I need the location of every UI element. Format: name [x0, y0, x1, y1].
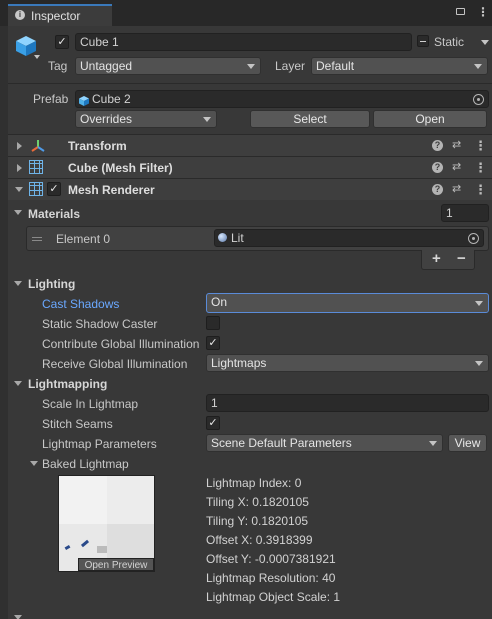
open-button[interactable]: Open — [373, 110, 487, 128]
mesh-renderer-enabled-checkbox[interactable]: ✓ — [47, 182, 61, 196]
transform-icon — [30, 138, 46, 154]
prefab-divider — [8, 83, 492, 84]
component-menu-icon[interactable]: ⋮ — [474, 160, 487, 176]
lightmap-object-scale: Lightmap Object Scale: 1 — [206, 590, 341, 604]
preset-icon[interactable]: ⇄ — [452, 182, 461, 195]
mesh-renderer-title: Mesh Renderer — [68, 183, 155, 197]
add-element-button[interactable]: + — [432, 250, 441, 267]
help-icon[interactable]: ? — [432, 184, 443, 195]
preset-icon[interactable]: ⇄ — [452, 160, 461, 173]
lightmapping-fold-icon[interactable] — [14, 381, 22, 386]
left-edge — [0, 26, 8, 619]
offset-x: Offset X: 0.3918399 — [206, 533, 313, 547]
materials-label: Materials — [28, 207, 81, 221]
baked-lightmap-label: Baked Lightmap — [42, 457, 129, 471]
static-shadow-caster-checkbox[interactable] — [206, 316, 220, 330]
fold-right-icon[interactable] — [17, 142, 22, 150]
tiling-x: Tiling X: 0.1820105 — [206, 495, 309, 509]
info-icon: i — [15, 10, 25, 20]
materials-list: Element 0 Lit — [26, 226, 489, 251]
stitch-seams-checkbox[interactable]: ✓ — [206, 416, 220, 430]
transform-title: Transform — [68, 139, 127, 153]
lightmapping-label: Lightmapping — [28, 377, 108, 391]
static-dropdown-arrow[interactable] — [481, 40, 489, 45]
remove-element-button[interactable]: − — [457, 250, 466, 267]
preset-icon[interactable]: ⇄ — [452, 138, 461, 151]
fold-down-icon[interactable] — [15, 187, 23, 192]
list-footer: + − — [421, 250, 475, 270]
stitch-seams-label: Stitch Seams — [42, 417, 113, 431]
object-picker-icon[interactable] — [468, 233, 479, 244]
tag-dropdown[interactable]: Untagged — [75, 57, 261, 75]
lighting-label: Lighting — [28, 277, 76, 291]
kebab-menu-icon[interactable]: ⋮ — [477, 5, 489, 19]
materials-fold-icon[interactable] — [14, 210, 22, 215]
tag-label: Tag — [48, 59, 68, 73]
object-picker-icon[interactable] — [473, 94, 484, 105]
active-checkbox[interactable]: ✓ — [55, 35, 69, 49]
mesh-filter-header[interactable]: Cube (Mesh Filter) ? ⇄ ⋮ — [8, 156, 492, 178]
layer-dropdown[interactable]: Default — [311, 57, 488, 75]
baked-lightmap-fold-icon[interactable] — [30, 461, 38, 466]
lightmap-parameters-label: Lightmap Parameters — [42, 437, 157, 451]
lock-icon[interactable] — [456, 8, 465, 15]
static-shadow-caster-label: Static Shadow Caster — [42, 317, 158, 331]
next-section-fold-icon[interactable] — [14, 615, 22, 619]
layer-label: Layer — [275, 59, 306, 73]
receive-gi-label: Receive Global Illumination — [42, 357, 188, 371]
view-button[interactable]: View — [448, 434, 487, 452]
scale-in-lightmap-field[interactable]: 1 — [206, 394, 489, 412]
static-toggle[interactable] — [417, 35, 429, 47]
contribute-gi-label: Contribute Global Illumination — [42, 337, 200, 351]
fold-right-icon[interactable] — [17, 164, 22, 172]
mesh-renderer-icon — [29, 182, 43, 196]
lightmap-parameters-dropdown[interactable]: Scene Default Parameters — [206, 434, 443, 452]
select-button[interactable]: Select — [250, 110, 370, 128]
object-name-field[interactable]: Cube 1 — [75, 33, 412, 51]
cast-shadows-dropdown[interactable]: On — [206, 293, 489, 313]
transform-header[interactable]: Transform ? ⇄ ⋮ — [8, 134, 492, 156]
icon-dropdown-arrow[interactable] — [34, 55, 40, 59]
lightmap-resolution: Lightmap Resolution: 40 — [206, 571, 336, 585]
mesh-filter-icon — [29, 160, 43, 174]
component-menu-icon[interactable]: ⋮ — [474, 138, 487, 154]
help-icon[interactable]: ? — [432, 140, 443, 151]
contribute-gi-checkbox[interactable]: ✓ — [206, 336, 220, 350]
static-label: Static — [434, 35, 465, 49]
material-sphere-icon — [218, 233, 227, 242]
overrides-dropdown[interactable]: Overrides — [75, 110, 217, 128]
mesh-filter-title: Cube (Mesh Filter) — [68, 161, 173, 175]
prefab-label: Prefab — [33, 92, 69, 106]
open-preview-button[interactable]: Open Preview — [78, 558, 154, 571]
help-icon[interactable]: ? — [432, 162, 443, 173]
materials-count-field[interactable]: 1 — [441, 204, 489, 222]
tab-inspector[interactable]: i Inspector — [8, 4, 112, 26]
prefab-field[interactable]: Cube 2 — [75, 90, 489, 108]
component-menu-icon[interactable]: ⋮ — [474, 182, 487, 198]
cast-shadows-label: Cast Shadows — [42, 297, 120, 311]
prefab-cube-icon — [79, 94, 89, 106]
receive-gi-dropdown[interactable]: Lightmaps — [206, 354, 489, 372]
lightmap-index: Lightmap Index: 0 — [206, 476, 302, 490]
scale-in-lightmap-label: Scale In Lightmap — [42, 397, 139, 411]
element-0-field[interactable]: Lit — [214, 229, 484, 247]
tab-title: Inspector — [31, 9, 81, 23]
drag-handle-icon[interactable] — [32, 237, 42, 241]
offset-y: Offset Y: -0.0007381921 — [206, 552, 336, 566]
mesh-renderer-header[interactable]: ✓ Mesh Renderer ? ⇄ ⋮ — [8, 178, 492, 200]
element-0-label: Element 0 — [56, 232, 111, 246]
tiling-y: Tiling Y: 0.1820105 — [206, 514, 309, 528]
lighting-fold-icon[interactable] — [14, 281, 22, 286]
